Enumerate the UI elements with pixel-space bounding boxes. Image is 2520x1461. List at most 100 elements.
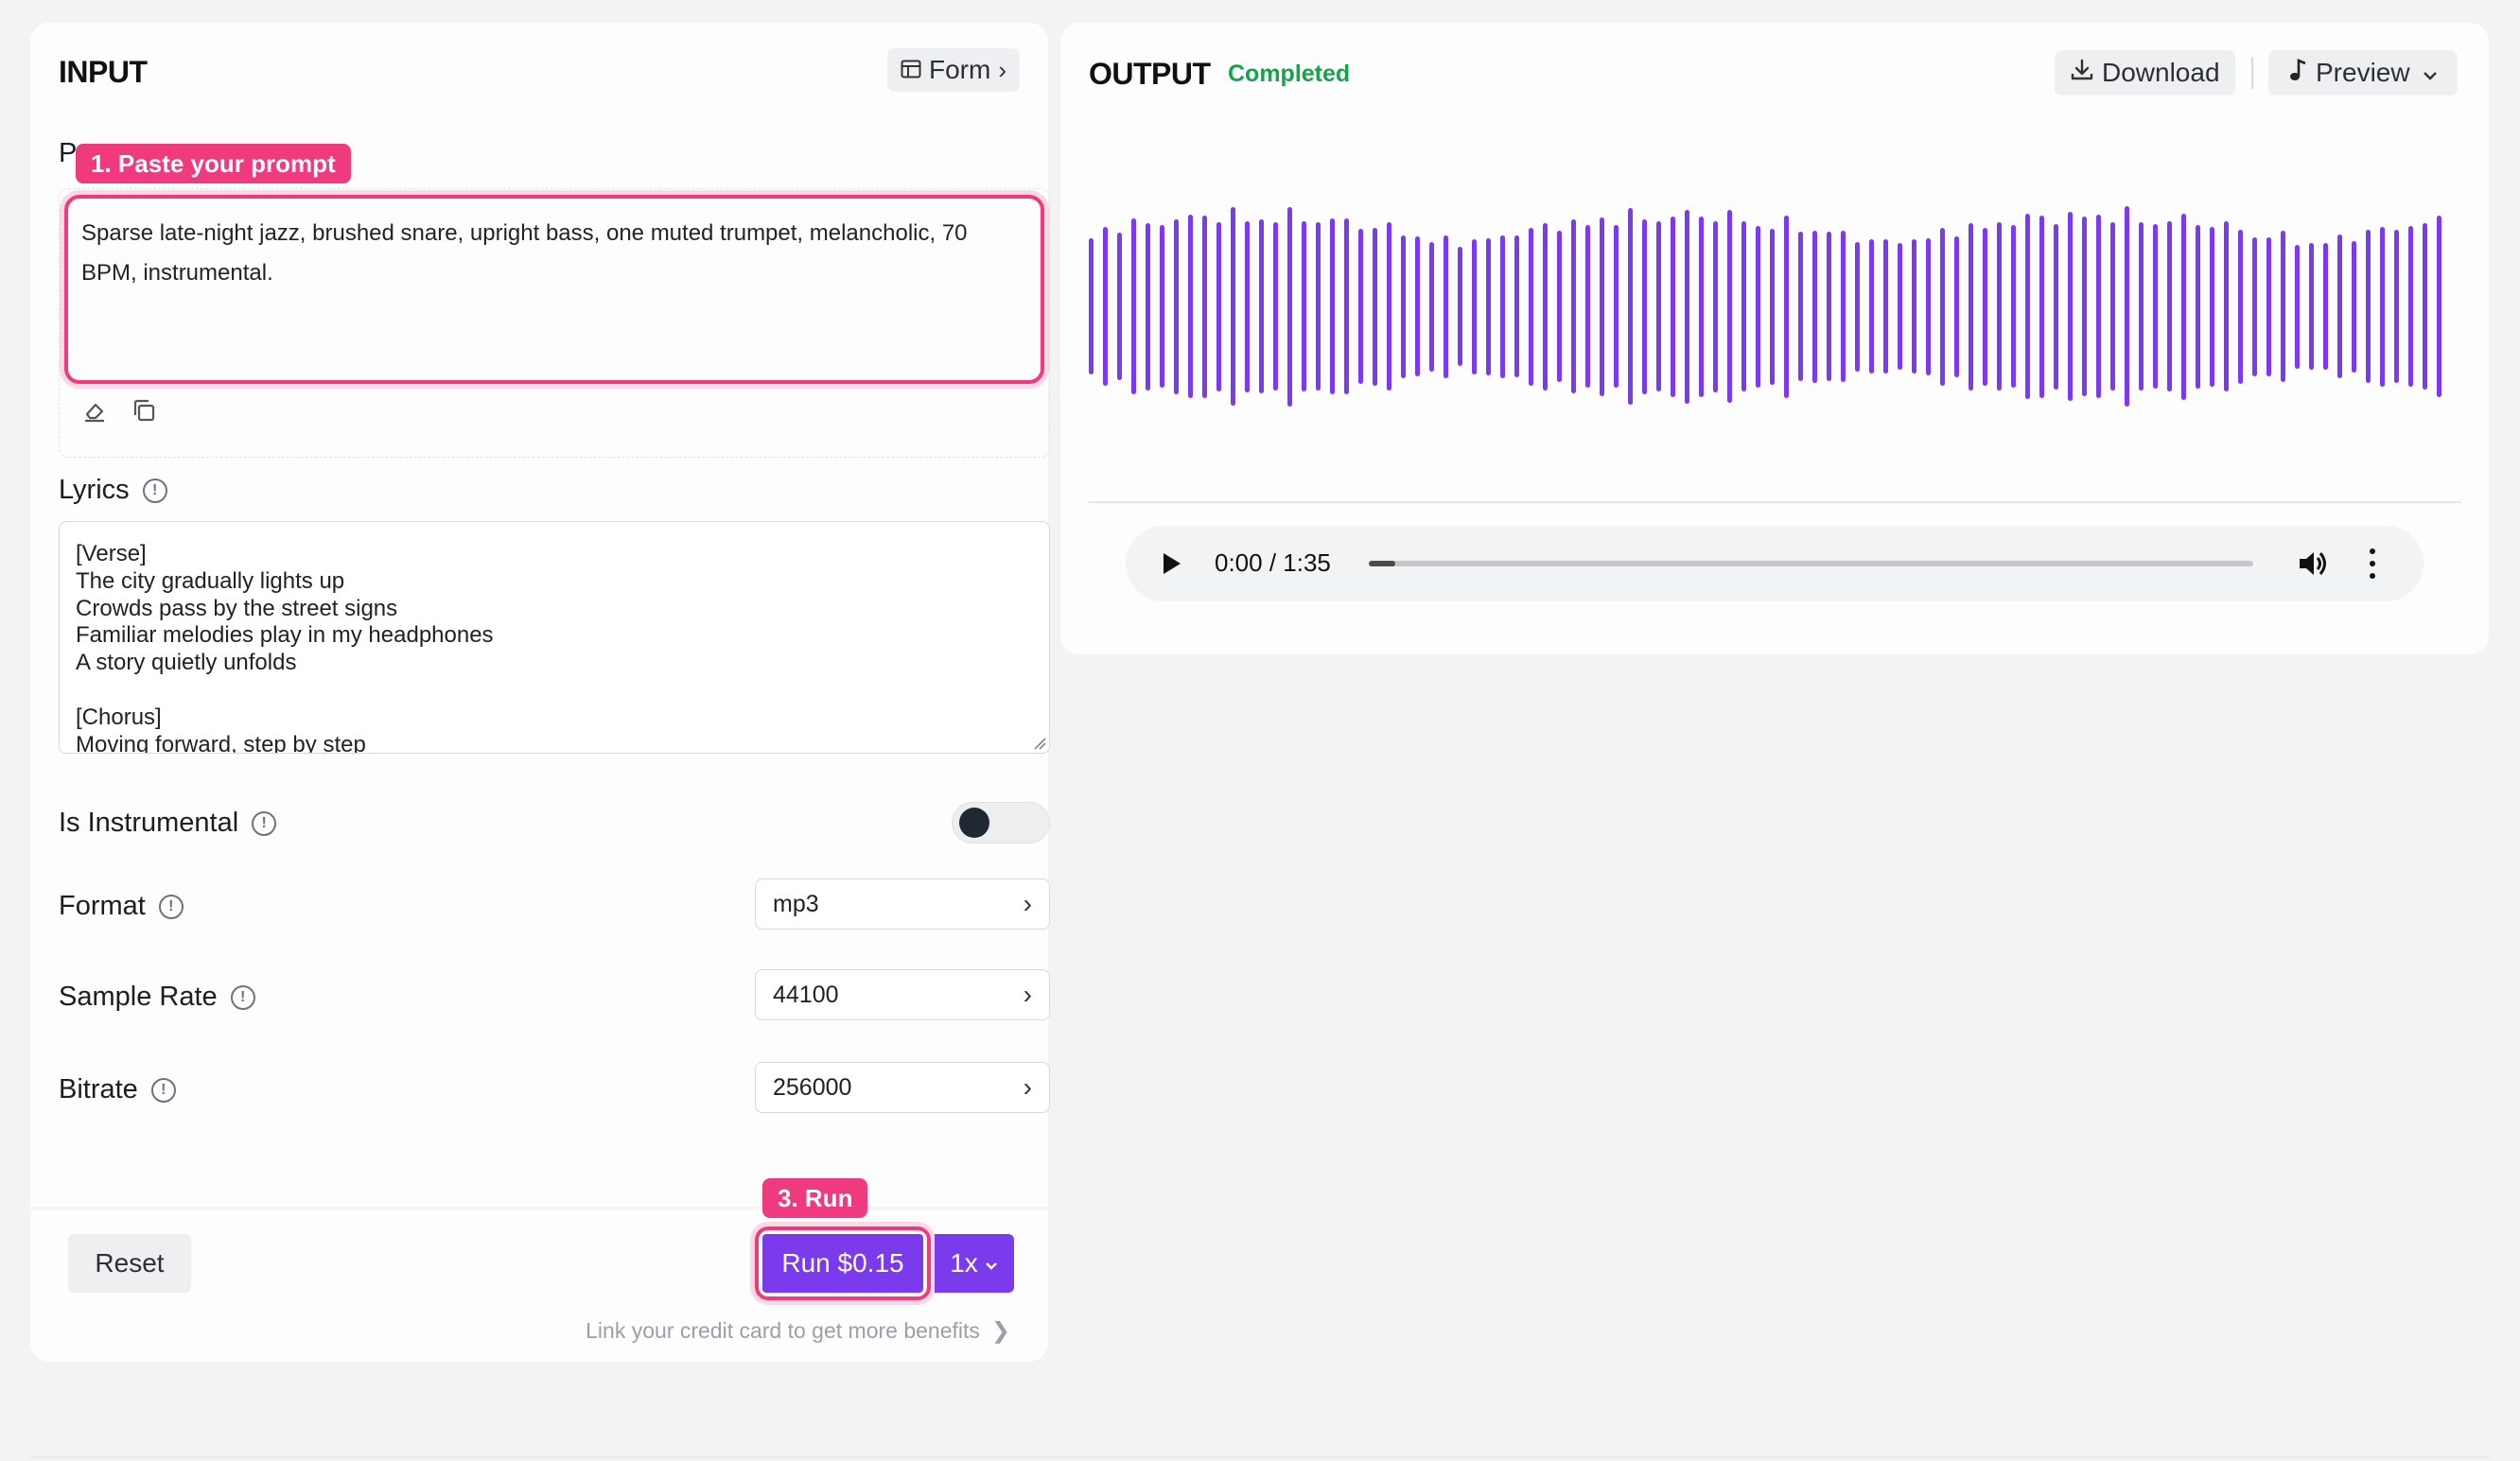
- chevron-right-icon: ›: [1023, 980, 1032, 1009]
- waveform-bar: [1444, 235, 1448, 378]
- waveform-bar: [2125, 206, 2129, 407]
- waveform-bar: [1330, 218, 1335, 394]
- play-icon[interactable]: [1158, 550, 1184, 577]
- waveform-bar: [1614, 225, 1619, 388]
- waveform-bar: [2110, 222, 2115, 391]
- waveform-bar: [1344, 218, 1349, 394]
- waveform-bar: [1940, 227, 1945, 386]
- copy-icon[interactable]: [127, 393, 161, 427]
- audio-progress-track[interactable]: [1369, 561, 2253, 566]
- instrumental-toggle[interactable]: [952, 802, 1050, 844]
- waveform-bar: [1302, 221, 1306, 391]
- waveform-bar: [2323, 243, 2328, 370]
- waveform-bar: [1472, 238, 1477, 374]
- info-icon: !: [230, 984, 255, 1010]
- bitrate-select[interactable]: 256000 ›: [755, 1062, 1050, 1113]
- lyrics-textarea[interactable]: [Verse] The city gradually lights up Cro…: [59, 521, 1050, 754]
- format-select[interactable]: mp3 ›: [755, 878, 1050, 930]
- download-button[interactable]: Download: [2055, 50, 2235, 96]
- callout-paste-prompt: 1. Paste your prompt: [76, 144, 351, 183]
- waveform-bar: [2252, 236, 2257, 376]
- waveform-bar: [2068, 212, 2073, 401]
- waveform-bar: [1628, 208, 1633, 405]
- run-button[interactable]: Run $0.15: [762, 1234, 923, 1293]
- waveform-bar: [2011, 225, 2016, 388]
- waveform-bar: [1770, 228, 1775, 385]
- waveform-bar: [1699, 216, 1704, 397]
- waveform-bar: [2153, 224, 2158, 389]
- eraser-icon[interactable]: [78, 393, 112, 427]
- waveform-bar: [1741, 221, 1746, 391]
- resize-handle[interactable]: [1033, 737, 1046, 750]
- footer-divider: [30, 1207, 1048, 1212]
- waveform-bar: [2408, 226, 2413, 387]
- format-label: Format: [59, 891, 146, 921]
- waveform-bar: [1387, 222, 1391, 391]
- prompt-input[interactable]: Sparse late-night jazz, brushed snare, u…: [81, 214, 1022, 293]
- sample-rate-select[interactable]: 44100 ›: [755, 969, 1050, 1020]
- prompt-highlight: Sparse late-night jazz, brushed snare, u…: [64, 195, 1044, 384]
- waveform-bar: [1784, 215, 1789, 398]
- status-badge: Completed: [1228, 61, 1351, 87]
- waveform-bar: [2281, 231, 2285, 382]
- form-table-icon: [901, 55, 921, 85]
- more-vertical-icon[interactable]: [2367, 548, 2378, 579]
- waveform-bar: [2337, 235, 2342, 378]
- waveform-bar: [1585, 225, 1590, 388]
- waveform-bar: [2082, 217, 2087, 396]
- lyrics-label-row: Lyrics !: [59, 475, 167, 506]
- waveform-bar: [2167, 221, 2172, 391]
- page-bottom-divider: [30, 1456, 2490, 1458]
- waveform-bar: [1245, 220, 1250, 392]
- form-view-label: Form: [929, 55, 991, 84]
- waveform-bar: [1529, 227, 1533, 386]
- lyrics-text: [Verse] The city gradually lights up Cro…: [76, 541, 494, 754]
- waveform-bar: [1713, 220, 1718, 392]
- waveform-bar: [2366, 230, 2371, 383]
- waveform-bar: [2380, 226, 2385, 387]
- waveform-bar: [2266, 236, 2271, 376]
- output-title: OUTPUT: [1089, 57, 1211, 91]
- waveform-bar: [2196, 224, 2200, 389]
- bitrate-label-row: Bitrate !: [59, 1074, 176, 1105]
- waveform-bar: [2039, 215, 2044, 398]
- waveform-bar: [1954, 235, 1959, 377]
- callout-run: 3. Run: [762, 1178, 868, 1218]
- waveform-bar: [1671, 216, 1675, 397]
- reset-button[interactable]: Reset: [68, 1234, 191, 1293]
- waveform-bar: [1898, 243, 1902, 370]
- credit-card-link[interactable]: Link your credit card to get more benefi…: [586, 1317, 1010, 1345]
- waveform-bar: [1146, 222, 1150, 391]
- waveform-bar: [1912, 239, 1916, 374]
- toggle-knob: [959, 808, 989, 838]
- waveform-bar: [1287, 206, 1292, 407]
- waveform-bar: [1869, 239, 1874, 374]
- waveform-bar: [2139, 222, 2144, 391]
- chevron-down-icon: [984, 1248, 999, 1278]
- waveform-bar: [1543, 222, 1548, 391]
- prompt-label: P: [59, 138, 78, 168]
- sample-rate-value: 44100: [773, 981, 839, 1008]
- waveform-bar: [1997, 222, 2002, 391]
- waveform-bar: [2181, 213, 2186, 400]
- waveform-bar: [1600, 217, 1604, 396]
- chevron-right-icon: ›: [1023, 1072, 1032, 1102]
- waveform-bar: [1131, 218, 1136, 394]
- chevron-right-icon: ❯: [990, 1318, 1010, 1344]
- waveform-bar: [2437, 216, 2441, 397]
- waveform-bar: [1160, 225, 1164, 388]
- audio-progress-fill: [1369, 561, 1396, 566]
- multiplier-label: 1x: [950, 1248, 978, 1278]
- preview-dropdown[interactable]: Preview: [2268, 50, 2458, 96]
- multiplier-dropdown[interactable]: 1x: [935, 1234, 1014, 1293]
- waveform-bar: [1458, 247, 1462, 366]
- waveform-bar: [1514, 235, 1519, 377]
- volume-icon[interactable]: [2296, 547, 2330, 581]
- waveform-bar: [1812, 230, 1817, 383]
- waveform-bar: [1841, 231, 1846, 382]
- waveform-bar: [1373, 227, 1377, 386]
- format-value: mp3: [773, 890, 819, 917]
- download-icon: [2070, 58, 2094, 89]
- form-view-button[interactable]: Form ›: [887, 48, 1020, 92]
- waveform-bar: [1231, 207, 1235, 406]
